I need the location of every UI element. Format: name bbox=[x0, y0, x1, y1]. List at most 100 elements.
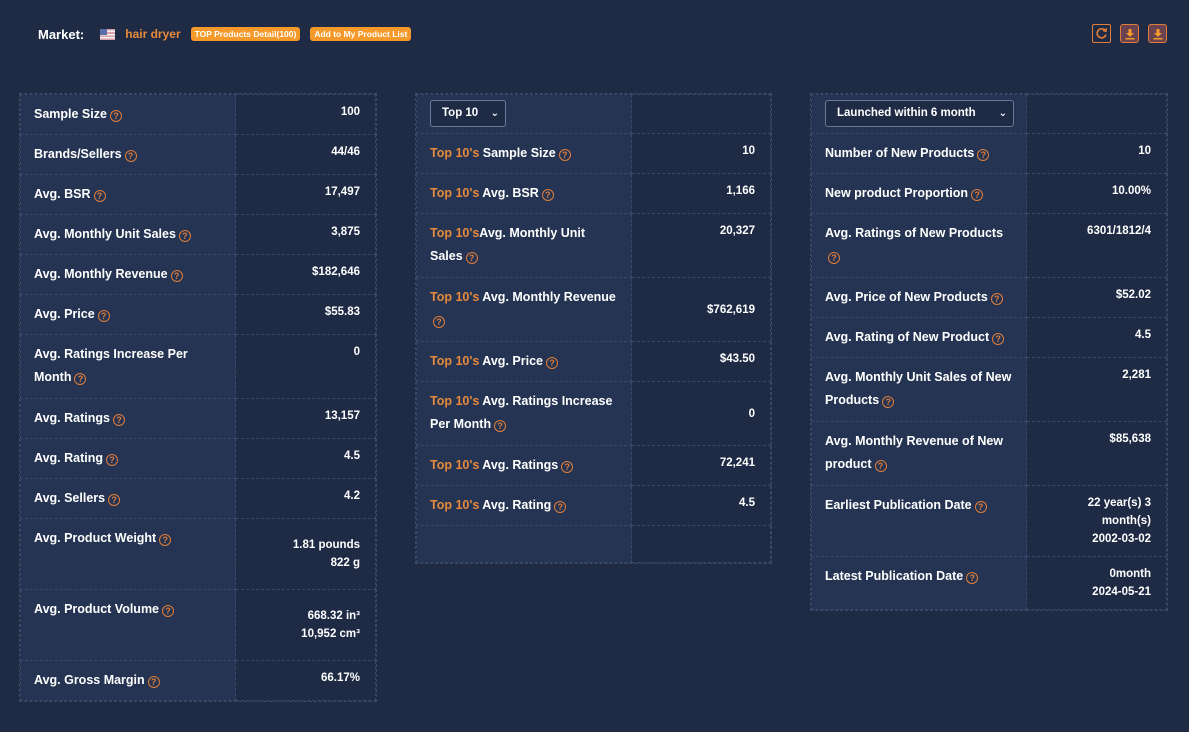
help-icon[interactable]: ? bbox=[178, 230, 191, 242]
stat-row: Avg. Sellers? 4.2 bbox=[20, 478, 376, 519]
help-icon[interactable]: ? bbox=[465, 252, 478, 264]
keyword-link[interactable]: hair dryer bbox=[125, 27, 180, 41]
stat-row: Avg. Ratings? 13,157 bbox=[20, 398, 376, 439]
stat-row: Top 10's Avg. Monthly Revenue? $762,619 bbox=[416, 277, 771, 342]
stat-label: Avg. Rating bbox=[34, 451, 103, 465]
stat-label: Avg. Product Weight bbox=[34, 531, 157, 545]
help-icon[interactable]: ? bbox=[882, 396, 895, 408]
help-icon[interactable]: ? bbox=[124, 150, 137, 162]
help-icon[interactable]: ? bbox=[554, 501, 567, 513]
help-icon[interactable]: ? bbox=[971, 189, 984, 201]
stat-label: Number of New Products bbox=[825, 146, 975, 160]
stat-row: Latest Publication Date? 0month 2024-05-21 bbox=[811, 556, 1167, 610]
stat-label: Avg. Price bbox=[34, 307, 95, 321]
stat-row: Avg. Monthly Revenue? $182,646 bbox=[20, 254, 376, 295]
stat-label: Avg. Rating of New Product bbox=[825, 330, 990, 344]
top-n-prefix: Top 10's bbox=[430, 458, 480, 472]
help-icon[interactable]: ? bbox=[170, 270, 183, 282]
help-icon[interactable]: ? bbox=[93, 190, 106, 202]
toolbar-actions bbox=[1092, 24, 1167, 43]
stat-row: Avg. Monthly Unit Sales of New Products?… bbox=[811, 357, 1167, 422]
stat-row: Brands/Sellers? 44/46 bbox=[20, 134, 376, 175]
help-icon[interactable]: ? bbox=[159, 534, 172, 546]
stat-row: Avg. Ratings of New Products? 6301/1812/4 bbox=[811, 213, 1167, 278]
stat-label: Sample Size bbox=[34, 107, 107, 121]
stat-value: 10 bbox=[1138, 145, 1151, 157]
help-icon[interactable]: ? bbox=[109, 110, 122, 122]
stat-row: Avg. Ratings Increase Per Month? 0 bbox=[20, 334, 376, 399]
stat-value: $762,619 bbox=[707, 303, 755, 316]
us-flag-icon bbox=[100, 28, 116, 40]
stat-label: Avg. Ratings of New Products bbox=[825, 226, 1004, 240]
help-icon[interactable]: ? bbox=[494, 420, 507, 432]
stat-label: Sample Size bbox=[482, 146, 556, 160]
help-icon[interactable]: ? bbox=[558, 149, 571, 161]
help-icon[interactable]: ? bbox=[977, 149, 990, 161]
top-n-prefix: Top 10's bbox=[430, 186, 480, 200]
stat-value: 100 bbox=[340, 106, 360, 118]
help-icon[interactable]: ? bbox=[112, 414, 125, 426]
download-button-1[interactable] bbox=[1120, 24, 1139, 43]
stat-value: $55.83 bbox=[324, 306, 360, 318]
stat-label: Avg. Monthly Unit Sales bbox=[34, 227, 176, 241]
download-button-2[interactable] bbox=[1148, 24, 1167, 43]
stat-value: 668.32 in³ bbox=[307, 610, 360, 622]
stat-row: Avg. Price of New Products? $52.02 bbox=[811, 277, 1167, 318]
stat-label: Avg. Ratings bbox=[482, 458, 559, 472]
stat-value: 1.81 pounds bbox=[292, 539, 360, 551]
top-products-detail-button[interactable]: TOP Products Detail(100) bbox=[190, 27, 301, 41]
help-icon[interactable]: ? bbox=[541, 189, 554, 201]
stat-label: Avg. BSR bbox=[34, 187, 91, 201]
top-n-prefix: Top 10's bbox=[430, 226, 480, 240]
help-icon[interactable]: ? bbox=[105, 454, 118, 466]
stat-value: $43.50 bbox=[719, 353, 755, 365]
help-icon[interactable]: ? bbox=[992, 333, 1005, 345]
help-icon[interactable]: ? bbox=[990, 293, 1003, 305]
top-n-prefix: Top 10's bbox=[430, 290, 480, 304]
stat-value: 20,327 bbox=[719, 225, 755, 237]
help-icon[interactable]: ? bbox=[433, 316, 445, 328]
launch-period-select[interactable]: Launched within 6 month ⌄ bbox=[825, 100, 1014, 127]
stat-value: 2,281 bbox=[1122, 369, 1151, 381]
stat-value: 0month bbox=[1109, 568, 1151, 580]
stat-value-secondary: 10,952 cm³ bbox=[301, 628, 360, 640]
help-icon[interactable]: ? bbox=[974, 501, 987, 513]
stat-value: 4.5 bbox=[739, 497, 755, 509]
stat-value: 4.5 bbox=[344, 450, 360, 462]
top-n-select[interactable]: Top 10 ⌄ bbox=[430, 100, 506, 127]
top-n-prefix: Top 10's bbox=[430, 354, 480, 368]
stat-value-secondary: 822 g bbox=[330, 557, 360, 569]
refresh-button[interactable] bbox=[1092, 24, 1111, 43]
help-icon[interactable]: ? bbox=[966, 572, 979, 584]
stat-row: Avg. Product Volume? 668.32 in³ 10,952 cm³ bbox=[20, 589, 376, 661]
help-icon[interactable]: ? bbox=[147, 676, 160, 688]
stat-label: Earliest Publication Date bbox=[825, 498, 972, 512]
help-icon[interactable]: ? bbox=[97, 310, 110, 322]
stat-value: 4.5 bbox=[1135, 329, 1151, 341]
market-label: Market: bbox=[38, 26, 85, 42]
top-n-prefix: Top 10's bbox=[430, 394, 480, 408]
stat-value: 72,241 bbox=[719, 457, 755, 469]
stat-value: 10.00% bbox=[1111, 185, 1151, 197]
stat-row: New product Proportion? 10.00% bbox=[811, 173, 1167, 214]
stat-row: Top 10'sAvg. Monthly Unit Sales? 20,327 bbox=[416, 213, 771, 278]
stat-value: $52.02 bbox=[1115, 289, 1151, 301]
stat-row: Sample Size? 100 bbox=[20, 94, 376, 135]
help-icon[interactable]: ? bbox=[828, 252, 840, 264]
help-icon[interactable]: ? bbox=[162, 605, 175, 617]
stat-label: Avg. Price bbox=[482, 354, 543, 368]
stat-label: New product Proportion bbox=[825, 186, 969, 200]
stat-row: Avg. Price? $55.83 bbox=[20, 294, 376, 335]
download-icon bbox=[1125, 28, 1134, 39]
stat-value: 3,875 bbox=[331, 226, 360, 238]
add-to-product-list-button[interactable]: Add to My Product List bbox=[310, 27, 412, 41]
help-icon[interactable]: ? bbox=[545, 357, 558, 369]
help-icon[interactable]: ? bbox=[108, 494, 121, 506]
stat-value: $182,646 bbox=[312, 266, 360, 278]
help-icon[interactable]: ? bbox=[561, 461, 574, 473]
help-icon[interactable]: ? bbox=[874, 460, 887, 472]
stat-row: Earliest Publication Date? 22 year(s) 3 m… bbox=[811, 485, 1167, 557]
stat-label: Avg. Price of New Products bbox=[825, 290, 988, 304]
stat-value: 66.17% bbox=[320, 672, 360, 684]
help-icon[interactable]: ? bbox=[74, 373, 87, 385]
